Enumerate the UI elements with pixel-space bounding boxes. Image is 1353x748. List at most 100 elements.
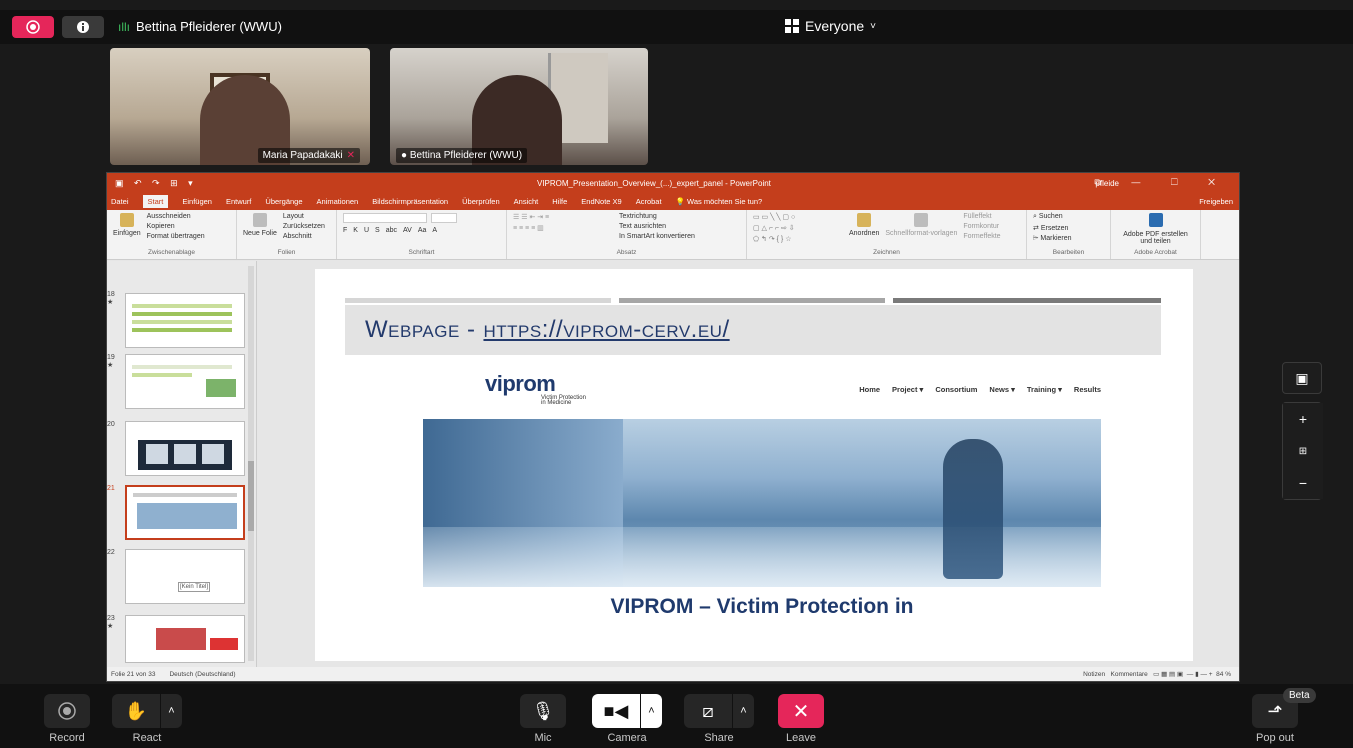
tab-hilfe[interactable]: Hilfe: [552, 197, 567, 206]
camera-icon: ■◀: [592, 694, 640, 728]
window-controls[interactable]: ⧉ — ☐ ✕: [1094, 177, 1229, 188]
adobe-pdf-icon[interactable]: [1148, 213, 1163, 227]
tab-start[interactable]: Start: [142, 195, 169, 208]
shape-fill-button[interactable]: Fülleffekt: [963, 213, 1000, 220]
shapes-gallery[interactable]: ▭ ▭ ╲ ╲ ▢ ○ ▢ △ ⌐ ⌐ ⇨ ⇩ ⬠ ↰ ↷ { } ☆: [753, 213, 843, 243]
paste-button[interactable]: Einfügen: [113, 230, 141, 237]
zoom-out-button[interactable]: −: [1283, 467, 1323, 499]
language-indicator[interactable]: Deutsch (Deutschland): [169, 671, 235, 678]
thumbnail-scrollbar[interactable]: [248, 266, 254, 661]
comments-button[interactable]: Kommentare: [1111, 671, 1148, 678]
ppt-title-bar: ▣ ↶ ↷ ⊞ ▾ VIPROM_Presentation_Overview_(…: [107, 173, 1239, 193]
slide-thumbnail-19[interactable]: [125, 354, 245, 409]
current-slide[interactable]: Webpage - https://viprom-cerv.eu/ viprom…: [315, 269, 1193, 661]
meeting-info-button[interactable]: [62, 16, 104, 38]
tab-acrobat[interactable]: Acrobat: [636, 197, 662, 206]
slide-thumbnail-23[interactable]: [125, 615, 245, 663]
record-button[interactable]: Record: [44, 694, 90, 744]
quick-access-toolbar[interactable]: ▣ ↶ ↷ ⊞ ▾: [115, 178, 197, 189]
section-button[interactable]: Abschnitt: [283, 233, 325, 240]
replace-button[interactable]: ⇄ Ersetzen: [1033, 224, 1104, 232]
create-pdf-button[interactable]: Adobe PDF erstellen und teilen: [1117, 231, 1194, 245]
tab-ansicht[interactable]: Ansicht: [514, 197, 539, 206]
tab-entwurf[interactable]: Entwurf: [226, 197, 251, 206]
new-slide-icon[interactable]: [252, 213, 267, 227]
slide-title-link[interactable]: https://viprom-cerv.eu/: [483, 316, 729, 344]
slide-thumbnail-18[interactable]: [125, 293, 245, 348]
quick-styles-icon[interactable]: [914, 213, 929, 227]
spacing-button[interactable]: AV: [403, 227, 412, 234]
slide-thumbnail-pane[interactable]: 18 ★ 19 ★ 20 21 22 [Kein Titel] 23 ★: [107, 261, 257, 669]
select-button[interactable]: ⌲ Markieren: [1033, 235, 1104, 243]
mic-label: Mic: [534, 732, 552, 744]
chevron-down-icon: ˅: [870, 20, 876, 32]
slide-number-text: 23: [107, 615, 115, 622]
copy-button[interactable]: Kopieren: [147, 223, 205, 230]
font-color-button[interactable]: A: [432, 227, 437, 234]
font-size-field[interactable]: [431, 213, 457, 223]
bold-button[interactable]: F: [343, 227, 347, 234]
paste-icon[interactable]: [119, 213, 134, 227]
hospital-corridor-image: [423, 419, 1101, 587]
tab-datei[interactable]: Datei: [111, 197, 129, 206]
find-button[interactable]: ⌕ Suchen: [1033, 213, 1104, 221]
arrange-button[interactable]: Anordnen: [849, 230, 879, 237]
tab-einfuegen[interactable]: Einfügen: [182, 197, 212, 206]
view-selector[interactable]: Everyone ˅: [785, 18, 876, 34]
recording-indicator-button[interactable]: [12, 16, 54, 38]
chevron-up-icon[interactable]: ˄: [732, 694, 754, 728]
share-button[interactable]: Freigeben: [1199, 197, 1233, 206]
remote-control-button[interactable]: ▣: [1282, 362, 1322, 394]
reset-button[interactable]: Zurücksetzen: [283, 223, 325, 230]
chevron-up-icon[interactable]: ˄: [160, 694, 182, 728]
camera-button[interactable]: ■◀ ˄ Camera: [592, 694, 662, 744]
shape-outline-button[interactable]: Formkontur: [963, 223, 1000, 230]
scrollbar-knob[interactable]: [248, 461, 254, 531]
share-view-controls: ▣ + ⊞ −: [1282, 362, 1323, 500]
slide-thumbnail-22[interactable]: [Kein Titel]: [125, 549, 245, 604]
shared-screen-powerpoint[interactable]: ▣ ↶ ↷ ⊞ ▾ VIPROM_Presentation_Overview_(…: [106, 172, 1240, 682]
strikethrough-button[interactable]: abc: [386, 227, 397, 234]
tab-endnote[interactable]: EndNote X9: [581, 197, 621, 206]
align-text-button[interactable]: Text ausrichten: [619, 223, 695, 230]
tab-bildschirmpraesentation[interactable]: Bildschirmpräsentation: [372, 197, 448, 206]
tell-me-search[interactable]: 💡 Was möchten Sie tun?: [676, 197, 763, 206]
leave-button[interactable]: ✕ Leave: [778, 694, 824, 744]
tab-animationen[interactable]: Animationen: [317, 197, 359, 206]
shadow-button[interactable]: S: [375, 227, 380, 234]
react-button[interactable]: ✋ ˄ React: [112, 694, 182, 744]
website-headline: VIPROM – Victim Protection in: [610, 595, 914, 618]
slide-thumbnail-21-selected[interactable]: [125, 485, 245, 540]
tab-uebergaenge[interactable]: Übergänge: [265, 197, 302, 206]
zoom-level[interactable]: 84 %: [1216, 671, 1231, 678]
arrange-icon[interactable]: [857, 213, 872, 227]
leave-box: ✕: [778, 694, 824, 728]
slide-thumbnail-20[interactable]: [125, 421, 245, 476]
case-button[interactable]: Aa: [418, 227, 427, 234]
font-name-field[interactable]: [343, 213, 427, 223]
participant-video-1[interactable]: Maria Papadakaki ✕: [110, 48, 370, 165]
notes-button[interactable]: Notizen: [1083, 671, 1105, 678]
shape-effects-button[interactable]: Formeffekte: [963, 233, 1000, 240]
fit-screen-button[interactable]: ⊞: [1283, 435, 1323, 467]
tab-ueberpruefen[interactable]: Überprüfen: [462, 197, 500, 206]
layout-button[interactable]: Layout: [283, 213, 325, 220]
underline-button[interactable]: U: [364, 227, 369, 234]
format-painter-button[interactable]: Format übertragen: [147, 233, 205, 240]
new-slide-button[interactable]: Neue Folie: [243, 230, 277, 237]
zoom-in-button[interactable]: +: [1283, 403, 1323, 435]
transition-star-icon: ★: [107, 362, 114, 369]
list-buttons[interactable]: ☰ ☰ ⇤ ⇥ ≡: [513, 213, 613, 221]
cut-button[interactable]: Ausschneiden: [147, 213, 205, 220]
chevron-up-icon[interactable]: ˄: [640, 694, 662, 728]
italic-button[interactable]: K: [353, 227, 358, 234]
ribbon-group-label: Absatz: [616, 249, 637, 256]
mic-button[interactable]: 🎙 Mic: [520, 694, 566, 744]
slide-number: 22: [107, 549, 115, 556]
smartart-button[interactable]: In SmartArt konvertieren: [619, 233, 695, 240]
participant-video-2[interactable]: ● Bettina Pfleiderer (WWU): [390, 48, 648, 165]
align-buttons[interactable]: ≡ ≡ ≡ ≡ ▥: [513, 224, 613, 232]
share-screen-button[interactable]: ⧄ ˄ Share: [684, 694, 754, 744]
quick-styles-button[interactable]: Schnellformat-vorlagen: [885, 230, 957, 237]
text-direction-button[interactable]: Textrichtung: [619, 213, 695, 220]
